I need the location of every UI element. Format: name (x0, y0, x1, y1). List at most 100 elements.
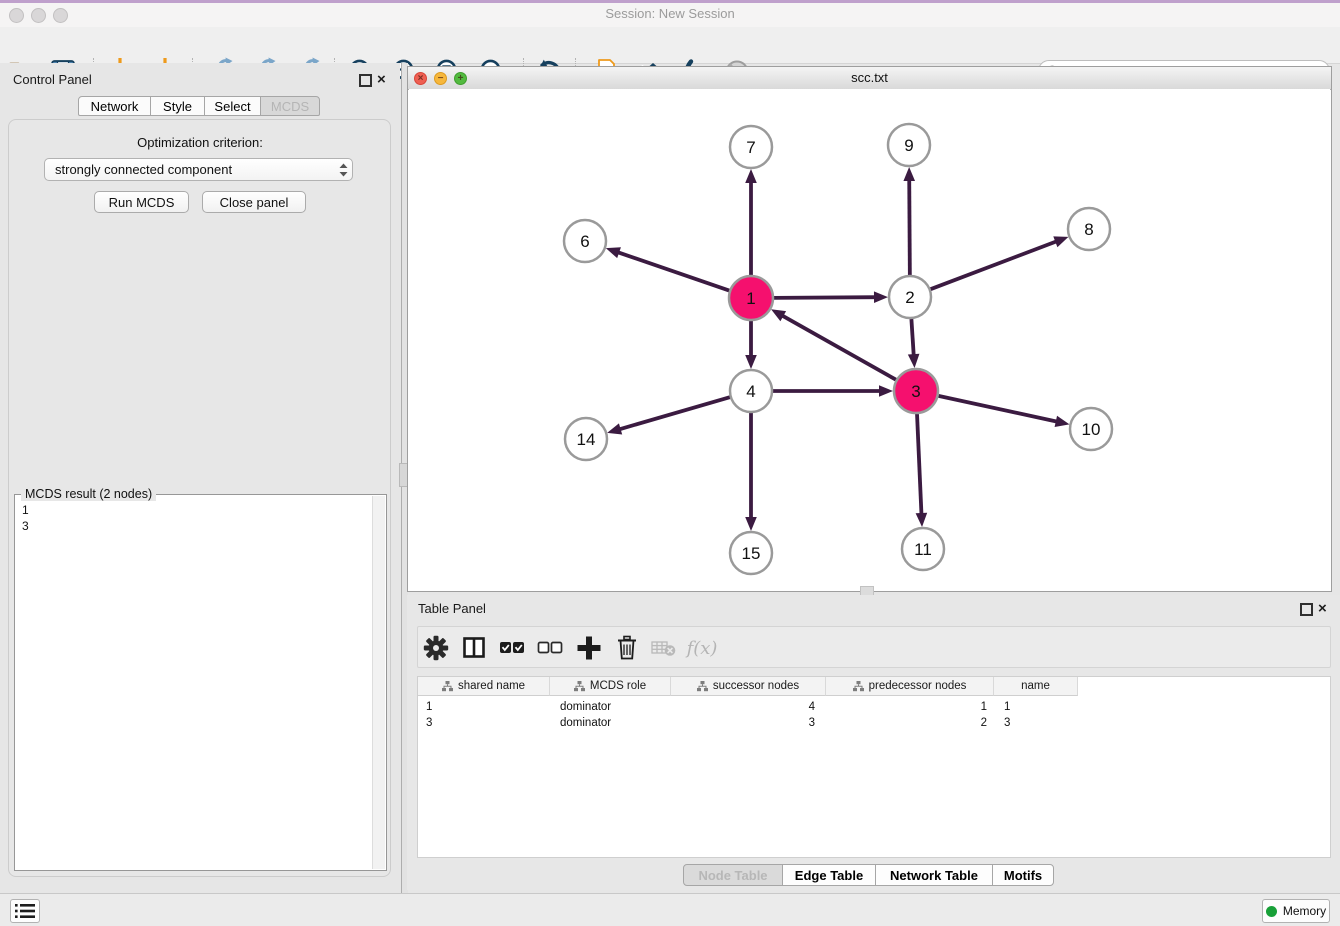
network-window: × − + scc.txt 7 9 6 8 1 2 4 3 14 10 15 11 (407, 66, 1332, 592)
table-cell[interactable]: 1 (418, 699, 550, 715)
tab-style[interactable]: Style (150, 96, 205, 116)
graph-edge-arrowhead (908, 354, 920, 368)
graph-edge[interactable] (781, 315, 896, 380)
gear-icon[interactable] (421, 634, 451, 662)
add-column-icon[interactable] (574, 634, 604, 662)
graph-node-label: 2 (905, 288, 914, 307)
list-icon (15, 903, 35, 919)
graph-node[interactable]: 10 (1070, 408, 1112, 450)
network-window-title: scc.txt (408, 70, 1331, 85)
graph-edge[interactable] (931, 241, 1059, 289)
column-header-name[interactable]: name (994, 677, 1078, 696)
graph-node[interactable]: 7 (730, 126, 772, 168)
graph-node-label: 6 (580, 232, 589, 251)
application-window: Session: New Session Control Panel × Net… (0, 0, 1340, 926)
graph-node[interactable]: 1 (729, 276, 773, 320)
table-cell[interactable]: 4 (671, 699, 826, 715)
column-header-MCDS-role[interactable]: MCDS role (550, 677, 671, 696)
network-graph[interactable]: 7 9 6 8 1 2 4 3 14 10 15 11 (409, 89, 1330, 590)
window-titlebar: Session: New Session (0, 0, 1340, 28)
table-panel-close-icon[interactable]: × (1318, 602, 1327, 615)
graph-edge[interactable] (938, 396, 1058, 422)
graph-edge[interactable] (917, 414, 922, 516)
select-all-icon[interactable] (497, 634, 527, 662)
column-header-successor-nodes[interactable]: successor nodes (671, 677, 826, 696)
sort-tree-icon (697, 681, 708, 692)
tab-select[interactable]: Select (204, 96, 261, 116)
show-panels-button[interactable] (10, 899, 40, 923)
graph-edge[interactable] (618, 397, 730, 430)
table-panel-float-icon[interactable] (1300, 603, 1313, 616)
graph-edge-arrowhead (874, 291, 888, 303)
tab-edge-table[interactable]: Edge Table (782, 864, 876, 886)
window-title: Session: New Session (0, 6, 1340, 21)
criterion-dropdown[interactable]: strongly connected component (44, 158, 353, 181)
column-header-label: shared name (458, 680, 525, 692)
graph-node[interactable]: 3 (894, 369, 938, 413)
graph-node[interactable]: 11 (902, 528, 944, 570)
mcds-result-node: 3 (22, 518, 373, 534)
table-cell[interactable]: dominator (550, 715, 671, 731)
table-cell[interactable]: 2 (826, 715, 994, 731)
graph-edge-arrowhead (745, 517, 757, 531)
graph-node-label: 11 (914, 540, 932, 559)
status-bar: Memory (0, 893, 1340, 926)
control-panel-float-icon[interactable] (359, 74, 372, 87)
deselect-all-icon[interactable] (535, 634, 565, 662)
graph-node[interactable]: 9 (888, 124, 930, 166)
network-canvas[interactable]: 7 9 6 8 1 2 4 3 14 10 15 11 (409, 89, 1330, 590)
graph-node-label: 9 (904, 136, 913, 155)
table-cell[interactable]: 3 (671, 715, 826, 731)
result-scrollbar[interactable] (372, 496, 385, 869)
table-cell[interactable]: 1 (826, 699, 994, 715)
graph-node-label: 10 (1082, 420, 1101, 439)
sort-tree-icon (442, 681, 453, 692)
memory-status-icon (1266, 906, 1277, 917)
control-panel-close-icon[interactable]: × (377, 73, 386, 86)
graph-node[interactable]: 4 (730, 370, 772, 412)
table-toolbar: f(x) (417, 626, 1331, 668)
graph-node[interactable]: 15 (730, 532, 772, 574)
control-panel-title: Control Panel (13, 72, 92, 87)
tab-mcds[interactable]: MCDS (260, 96, 320, 116)
graph-edge[interactable] (774, 297, 877, 298)
graph-node[interactable]: 2 (889, 276, 931, 318)
graph-node[interactable]: 8 (1068, 208, 1110, 250)
graph-node[interactable]: 6 (564, 220, 606, 262)
main-toolbar (0, 27, 1340, 64)
column-header-shared-name[interactable]: shared name (418, 677, 550, 696)
graph-node-label: 8 (1084, 220, 1093, 239)
table-cell[interactable]: dominator (550, 699, 671, 715)
run-mcds-button[interactable]: Run MCDS (94, 191, 189, 213)
graph-edge-arrowhead (745, 355, 757, 369)
split-panel-icon[interactable] (459, 634, 489, 662)
criterion-dropdown-value: strongly connected component (45, 162, 334, 177)
memory-button[interactable]: Memory (1262, 899, 1330, 923)
graph-edge[interactable] (616, 252, 729, 291)
tab-network[interactable]: Network (78, 96, 151, 116)
column-header-predecessor-nodes[interactable]: predecessor nodes (826, 677, 994, 696)
graph-edge[interactable] (909, 178, 910, 275)
column-header-label: MCDS role (590, 680, 646, 692)
function-builder-icon: f(x) (687, 634, 717, 662)
table-cell[interactable]: 1 (994, 699, 1078, 715)
graph-node-label: 7 (746, 138, 755, 157)
graph-edge-arrowhead (745, 169, 757, 183)
close-panel-button[interactable]: Close panel (202, 191, 306, 213)
graph-edge-arrowhead (606, 247, 621, 258)
graph-node-label: 4 (746, 382, 755, 401)
tab-node-table[interactable]: Node Table (683, 864, 783, 886)
tab-network-table[interactable]: Network Table (875, 864, 993, 886)
table-cell[interactable]: 3 (994, 715, 1078, 731)
mcds-result-list: 13 (15, 496, 373, 870)
graph-node-label: 3 (911, 382, 920, 401)
graph-edge-arrowhead (879, 385, 893, 397)
graph-node[interactable]: 14 (565, 418, 607, 460)
graph-edge[interactable] (911, 319, 913, 357)
mcds-result-node: 1 (22, 502, 373, 518)
tab-motifs[interactable]: Motifs (992, 864, 1054, 886)
delete-column-icon[interactable] (612, 634, 642, 662)
mcds-result-box: MCDS result (2 nodes) 13 (14, 494, 387, 871)
table-cell[interactable]: 3 (418, 715, 550, 731)
network-window-titlebar: × − + scc.txt (408, 67, 1331, 90)
